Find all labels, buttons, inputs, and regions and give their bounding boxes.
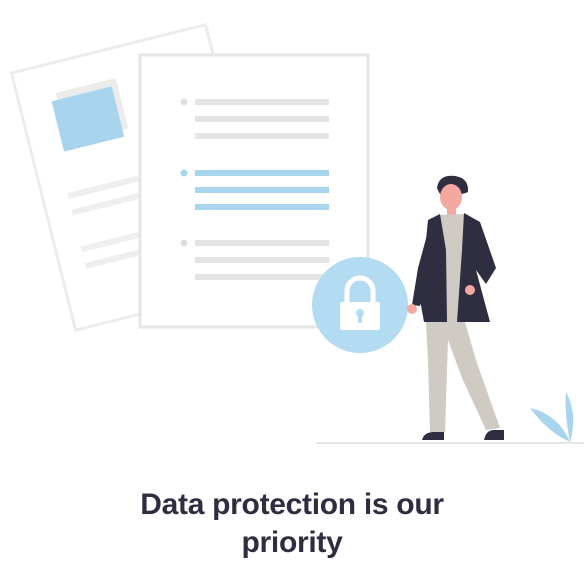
leaf-icon bbox=[530, 392, 574, 442]
headline-line-1: Data protection is our bbox=[140, 488, 444, 521]
ground-line bbox=[316, 442, 584, 444]
headline-line-2: priority bbox=[241, 526, 343, 559]
lock-icon bbox=[312, 257, 408, 353]
person-icon bbox=[407, 175, 504, 440]
page-headline: Data protection is our priority bbox=[0, 486, 584, 562]
data-protection-illustration bbox=[9, 22, 584, 444]
